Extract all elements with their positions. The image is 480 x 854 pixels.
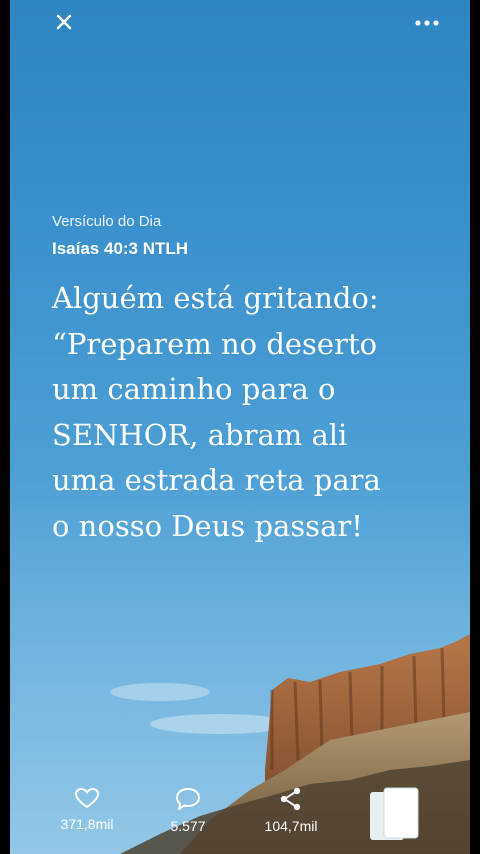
like-count: 371,8mil (60, 816, 114, 832)
comment-button[interactable]: 5.577 (150, 786, 226, 834)
share-count: 104,7mil (264, 818, 318, 834)
cards-icon[interactable] (368, 786, 422, 844)
close-icon[interactable] (50, 6, 78, 34)
verse-image-screen: Versículo do Dia Isaías 40:3 NTLH Alguém… (10, 0, 470, 854)
comment-icon (176, 788, 200, 810)
more-options-icon[interactable] (410, 6, 446, 34)
share-button[interactable]: 104,7mil (248, 786, 334, 834)
verse-line: um caminho para o (52, 372, 336, 406)
heart-icon (74, 787, 100, 809)
verse-line: SENHOR, abram ali (52, 417, 348, 452)
verse-line: o nosso Deus passar! (52, 508, 363, 543)
share-icon (280, 787, 301, 811)
verse-reference[interactable]: Isaías 40:3 NTLH (52, 239, 188, 259)
verse-text: Alguém está gritando: “Preparem no deser… (52, 276, 442, 549)
right-letterbox (470, 0, 480, 854)
verse-of-the-day-caption: Versículo do Dia (52, 213, 162, 230)
verse-line: Alguém está gritando: (52, 281, 379, 315)
comment-count: 5.577 (170, 818, 206, 834)
verse-line: uma estrada reta para (52, 463, 381, 497)
verse-line: “Preparem no deserto (52, 326, 378, 361)
left-letterbox (0, 0, 10, 854)
like-button[interactable]: 371,8mil (44, 786, 130, 832)
